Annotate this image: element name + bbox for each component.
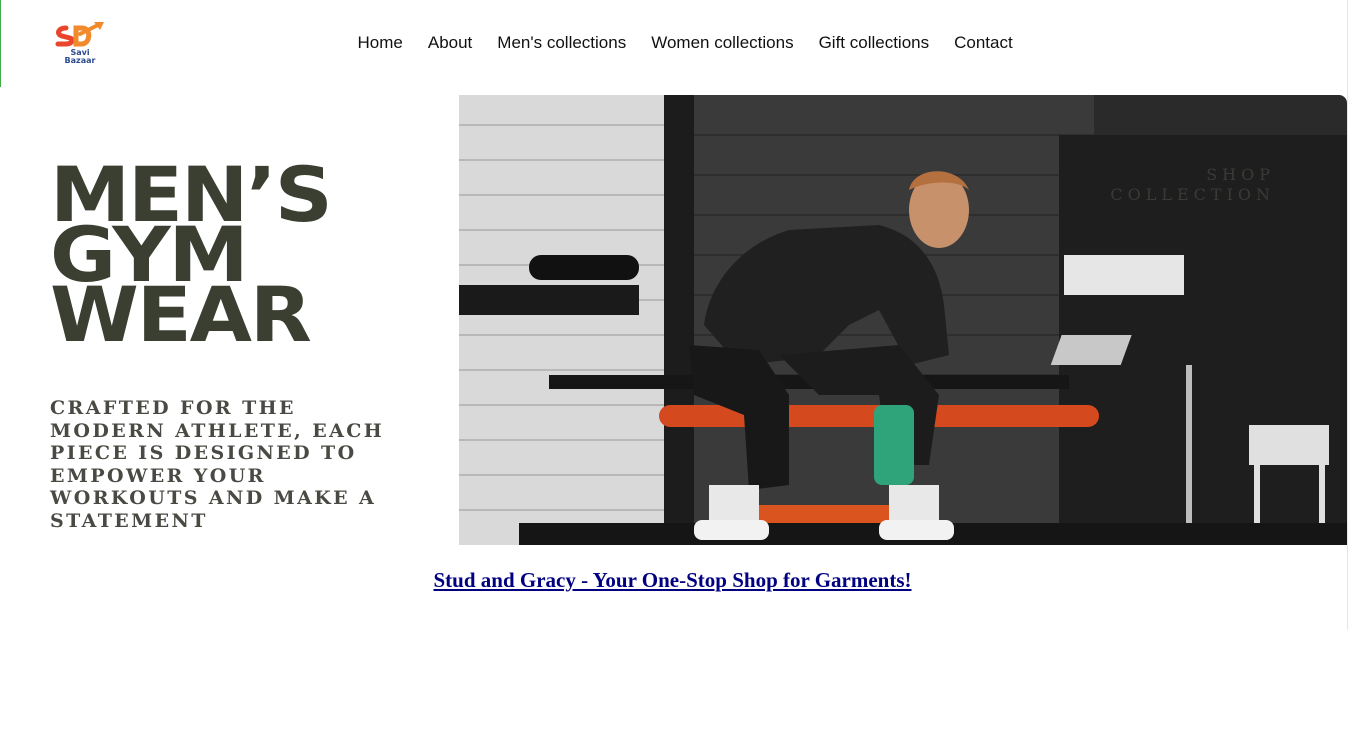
logo-text: Savi Bazaar (60, 49, 100, 65)
hero-tagline: CRAFTED FOR THE MODERN ATHLETE, EACH PIE… (50, 397, 385, 532)
hero-headline: MEN’S GYM WEAR (50, 157, 459, 359)
overlay-line-1: SHOP (1206, 165, 1275, 184)
nav-mens-collections[interactable]: Men's collections (485, 30, 639, 56)
hero-text-panel: MEN’S GYM WEAR CRAFTED FOR THE MODERN AT… (0, 95, 459, 545)
brand-logo[interactable]: Savi Bazaar (52, 20, 108, 68)
nav-contact[interactable]: Contact (942, 30, 1026, 56)
hero-image: SHOP COLLECTION (459, 95, 1347, 545)
left-edge-accent (0, 0, 1, 87)
gym-man-photo (459, 95, 1347, 545)
logo-text-line2: Bazaar (64, 56, 96, 65)
headline-line-3: WEAR (50, 270, 312, 359)
overlay-line-2: COLLECTION (1110, 185, 1275, 204)
nav-home[interactable]: Home (345, 30, 415, 56)
nav-women-collections[interactable]: Women collections (639, 30, 806, 56)
promo-link[interactable]: Stud and Gracy - Your One-Stop Shop for … (0, 568, 1345, 593)
nav-about[interactable]: About (415, 30, 484, 56)
nav-gift-collections[interactable]: Gift collections (806, 30, 942, 56)
shop-collection-overlay[interactable]: SHOP COLLECTION (1110, 165, 1275, 205)
main-nav: Home About Men's collections Women colle… (345, 30, 1025, 56)
